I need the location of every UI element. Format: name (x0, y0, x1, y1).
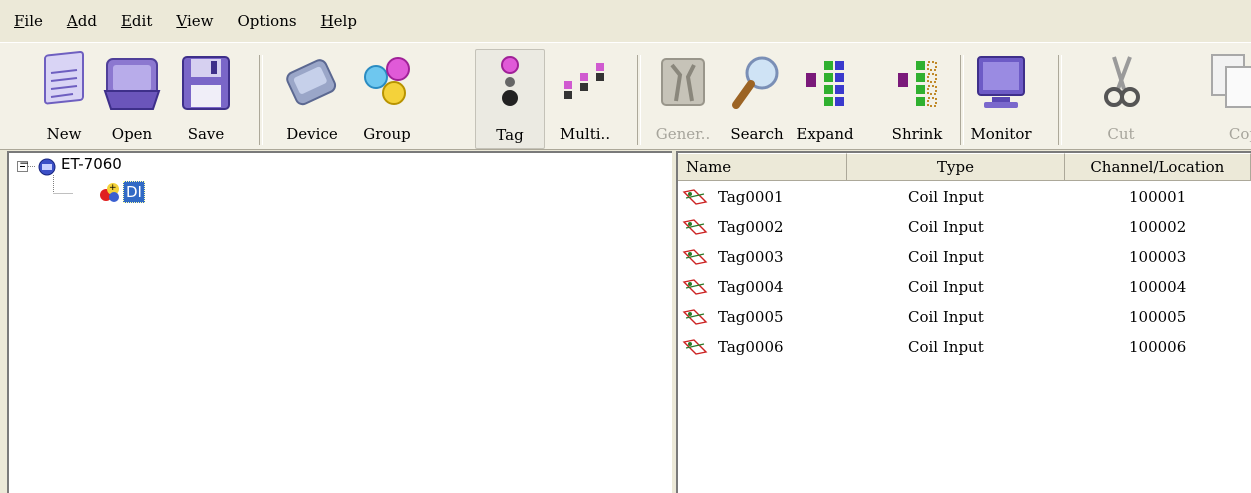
group-node-icon: + (100, 183, 119, 202)
tag-type: Coil Input (908, 218, 984, 236)
expand-icon (806, 61, 844, 106)
general-button[interactable]: Gener.. (648, 49, 718, 149)
menu-edit[interactable]: Edit (109, 0, 164, 42)
save-button[interactable]: Save (171, 49, 241, 149)
menu-help[interactable]: Help (309, 0, 369, 42)
new-label: New (46, 125, 82, 143)
cut-label: Cut (1107, 125, 1135, 143)
expand-label: Expand (796, 125, 854, 143)
monitor-button[interactable]: Monitor (966, 49, 1036, 149)
tree-expander[interactable]: − (19, 157, 29, 169)
new-button[interactable]: New (29, 49, 99, 149)
open-icon (103, 58, 161, 110)
tag-label: Tag (496, 126, 524, 144)
search-button[interactable]: Search (722, 49, 792, 149)
tree-node-di[interactable]: DI (123, 181, 145, 203)
toolbar-separator (960, 55, 964, 145)
tag-location: 100006 (1129, 338, 1187, 356)
floppy-disk-icon (182, 56, 230, 110)
tag-location: 100005 (1129, 308, 1187, 326)
menu-view[interactable]: View (164, 0, 225, 42)
toolbar: New Open Save Device Group Tag Multi.. G… (0, 42, 1251, 150)
tag-type: Coil Input (908, 188, 984, 206)
list-header: Name Type Channel/Location (678, 153, 1251, 181)
copy-icon (1211, 54, 1251, 108)
magnifier-icon (732, 56, 779, 109)
shrink-button[interactable]: Shrink (882, 49, 952, 149)
table-row[interactable]: Tag0006 Coil Input 100006 (678, 332, 1251, 362)
tag-location: 100001 (1129, 188, 1187, 206)
group-button[interactable]: Group (352, 49, 422, 149)
tag-type: Coil Input (908, 248, 984, 266)
tag-location: 100002 (1129, 218, 1187, 236)
tag-location: 100003 (1129, 248, 1187, 266)
table-row[interactable]: Tag0004 Coil Input 100004 (678, 272, 1251, 302)
multi-label: Multi.. (559, 125, 611, 143)
cut-button[interactable]: Cut (1086, 49, 1156, 149)
save-label: Save (187, 125, 225, 143)
tag-button[interactable]: Tag (475, 49, 545, 149)
tag-icon (682, 279, 708, 295)
tag-icon (682, 339, 708, 355)
tag-name: Tag0004 (718, 278, 784, 296)
tag-icon (682, 219, 708, 235)
copy-button[interactable]: Cop (1178, 49, 1251, 149)
toolbar-separator (637, 55, 641, 145)
toolbar-separator (1058, 55, 1062, 145)
group-icon (364, 57, 410, 105)
shrink-icon (898, 61, 937, 107)
general-label: Gener.. (655, 125, 711, 143)
column-type[interactable]: Type (847, 153, 1065, 181)
tag-type: Coil Input (908, 338, 984, 356)
menu-bar: File Add Edit View Options Help (0, 0, 1251, 42)
tag-icon (682, 189, 708, 205)
tag-icon (682, 249, 708, 265)
tag-location: 100004 (1129, 278, 1187, 296)
tag-list: Name Type Channel/Location Tag0001 Coil I… (676, 151, 1251, 493)
monitor-label: Monitor (970, 125, 1032, 143)
device-label: Device (286, 125, 338, 143)
tag-type: Coil Input (908, 278, 984, 296)
menu-add[interactable]: Add (55, 0, 109, 42)
tag-icon (682, 309, 708, 325)
tag-name: Tag0006 (718, 338, 784, 356)
tag-name: Tag0005 (718, 308, 784, 326)
column-name[interactable]: Name (678, 153, 848, 181)
tree-node-et-7060[interactable]: ET-7060 (61, 155, 122, 173)
search-label: Search (730, 125, 784, 143)
monitor-icon (977, 56, 1025, 108)
tag-name: Tag0003 (718, 248, 784, 266)
device-node-icon (38, 158, 56, 176)
table-row[interactable]: Tag0002 Coil Input 100002 (678, 212, 1251, 242)
open-label: Open (111, 125, 153, 143)
column-channel-location[interactable]: Channel/Location (1064, 153, 1251, 181)
shrink-label: Shrink (891, 125, 943, 143)
svg-text:+: + (109, 183, 117, 193)
multi-button[interactable]: Multi.. (550, 49, 620, 149)
toolbar-separator (259, 55, 263, 145)
group-label: Group (363, 125, 411, 143)
tag-name: Tag0002 (718, 218, 784, 236)
new-document-icon (44, 51, 84, 105)
table-row[interactable]: Tag0003 Coil Input 100003 (678, 242, 1251, 272)
scissors-icon (1104, 56, 1140, 107)
tag-type: Coil Input (908, 308, 984, 326)
table-row[interactable]: Tag0005 Coil Input 100005 (678, 302, 1251, 332)
device-icon (286, 59, 337, 106)
tag-icon (501, 56, 519, 106)
multi-tag-icon (564, 63, 604, 99)
open-button[interactable]: Open (97, 49, 167, 149)
copy-label: Cop (1228, 125, 1251, 143)
table-row[interactable]: Tag0001 Coil Input 100001 (678, 182, 1251, 212)
tag-name: Tag0001 (718, 188, 784, 206)
menu-options[interactable]: Options (225, 0, 308, 42)
expand-button[interactable]: Expand (790, 49, 860, 149)
device-tree[interactable]: − ET-7060 + DI (7, 151, 672, 493)
tools-icon (661, 58, 705, 106)
menu-file[interactable]: File (0, 0, 55, 42)
device-button[interactable]: Device (277, 49, 347, 149)
